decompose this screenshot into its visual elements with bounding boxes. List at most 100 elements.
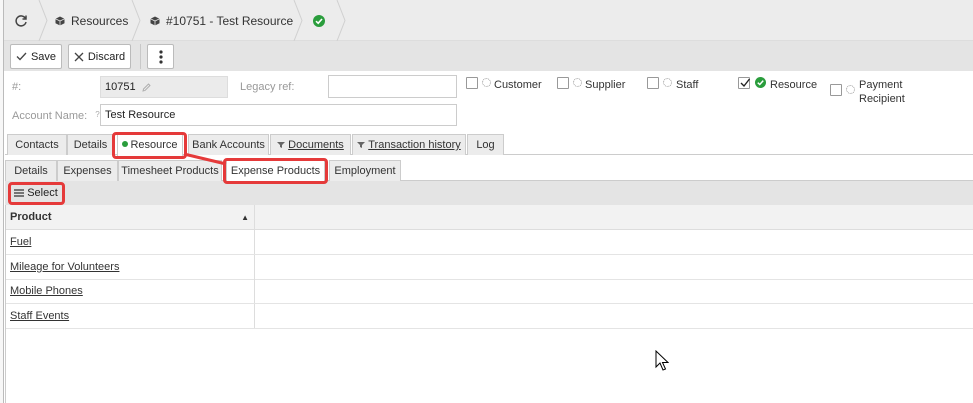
menu-icon	[14, 189, 25, 197]
checkmark-icon	[740, 78, 751, 88]
breadcrumb-separator	[336, 0, 346, 41]
supplier-label: Supplier	[585, 79, 626, 91]
toolbar-divider	[140, 44, 141, 69]
more-actions-button[interactable]	[147, 44, 174, 69]
product-link[interactable]: Fuel	[10, 236, 31, 248]
id-field: 10751	[100, 76, 228, 98]
account-name-input[interactable]	[100, 104, 457, 126]
active-dot-icon	[122, 140, 129, 147]
account-name-label-text: Account Name:	[12, 110, 88, 122]
subtab-expense-products[interactable]: Expense Products	[226, 159, 325, 182]
legacy-ref-input[interactable]	[328, 75, 457, 98]
breadcrumb-separator	[293, 0, 303, 41]
discard-label: Discard	[87, 50, 126, 63]
tab-contacts[interactable]: Contacts	[7, 134, 67, 155]
table-row[interactable]: Staff Events	[6, 304, 973, 329]
grid-header: Product ▲	[6, 205, 973, 230]
cube-icon	[55, 16, 65, 26]
close-icon	[74, 52, 84, 62]
customer-label: Customer	[494, 79, 542, 91]
customer-status-icon	[482, 78, 491, 87]
product-cell: Mileage for Volunteers	[6, 255, 255, 279]
column-header-product[interactable]: Product ▲	[6, 205, 255, 229]
tab-bank-accounts[interactable]: Bank Accounts	[188, 134, 269, 155]
sub-tabs: Details Expenses Timesheet Products Expe…	[5, 159, 973, 182]
column-header-product-label: Product	[10, 211, 52, 223]
breadcrumb-separator	[131, 0, 141, 41]
resource-label: Resource	[770, 79, 818, 91]
check-circle-icon	[313, 14, 325, 27]
tab-details[interactable]: Details	[67, 134, 114, 155]
cube-icon	[150, 16, 160, 26]
breadcrumb-record-label: #10751 - Test Resource	[166, 13, 294, 28]
breadcrumb-resources[interactable]: Resources	[55, 0, 128, 41]
supplier-checkbox[interactable]	[557, 77, 569, 89]
account-name-label: Account Name: ?	[12, 110, 100, 122]
table-row[interactable]: Mileage for Volunteers	[6, 255, 973, 280]
check-circle-icon	[755, 77, 766, 88]
status-indicator	[313, 0, 325, 41]
staff-checkbox[interactable]	[647, 77, 659, 89]
filter-icon	[277, 142, 286, 148]
discard-button[interactable]: Discard	[68, 44, 131, 69]
subtab-expenses-label: Expenses	[63, 165, 112, 177]
payment-recipient-label-line2: Recipient	[859, 93, 905, 105]
breadcrumb-separator	[38, 0, 48, 41]
subtab-employment-label: Employment	[334, 165, 396, 177]
breadcrumb-resources-label: Resources	[71, 13, 129, 28]
staff-label: Staff	[676, 79, 699, 91]
tab-documents-label: Documents	[288, 139, 344, 151]
tab-resource[interactable]: Resource	[117, 133, 183, 156]
save-button[interactable]: Save	[10, 44, 62, 69]
subtab-employment[interactable]: Employment	[329, 160, 401, 181]
payment-recipient-label-line1: Payment	[859, 79, 903, 91]
breadcrumb-record[interactable]: #10751 - Test Resource	[150, 0, 293, 41]
payment-recipient-checkbox[interactable]	[830, 84, 842, 96]
subtab-details-label: Details	[14, 165, 48, 177]
select-label: Select	[27, 187, 58, 199]
subtab-expenses[interactable]: Expenses	[57, 160, 118, 181]
main-tabs: Contacts Details Resource Bank Accounts …	[5, 133, 973, 156]
tab-transaction-history[interactable]: Transaction history	[352, 134, 466, 155]
window-edge	[0, 0, 4, 403]
table-row[interactable]: Fuel	[6, 230, 973, 255]
id-value: 10751	[105, 81, 136, 93]
product-link[interactable]: Staff Events	[10, 310, 69, 322]
id-label: #:	[12, 81, 22, 93]
tab-resource-label: Resource	[130, 139, 178, 151]
subtab-timesheet-products[interactable]: Timesheet Products	[118, 160, 222, 181]
subtab-details[interactable]: Details	[5, 160, 57, 181]
breadcrumb: Resources #10751 - Test Resource	[0, 0, 973, 41]
staff-status-icon	[663, 78, 672, 87]
tab-documents[interactable]: Documents	[270, 134, 351, 155]
save-label: Save	[30, 50, 57, 63]
select-button[interactable]: Select	[9, 183, 63, 203]
products-grid: Product ▲ Fuel Mileage for Volunteers Mo…	[5, 205, 973, 403]
product-link[interactable]: Mobile Phones	[10, 285, 83, 297]
pencil-icon[interactable]	[141, 82, 151, 92]
resource-checkbox[interactable]	[738, 77, 751, 89]
grid-toolbar: Select	[5, 181, 973, 205]
subtab-expense-products-label: Expense Products	[230, 165, 321, 177]
tab-details-label: Details	[73, 139, 108, 151]
tab-log-label: Log	[476, 139, 495, 151]
subtab-timesheet-products-label: Timesheet Products	[121, 165, 219, 177]
tab-log[interactable]: Log	[467, 134, 504, 155]
product-cell: Mobile Phones	[6, 279, 255, 303]
product-cell: Staff Events	[6, 304, 255, 328]
payment-recipient-status-icon	[846, 85, 855, 94]
supplier-status-icon	[573, 78, 582, 87]
refresh-icon	[14, 14, 28, 28]
customer-checkbox[interactable]	[466, 77, 478, 89]
checkmark-icon	[16, 52, 27, 61]
sort-asc-icon: ▲	[241, 212, 249, 222]
refresh-button[interactable]	[14, 0, 34, 41]
product-link[interactable]: Mileage for Volunteers	[10, 261, 119, 273]
product-cell: Fuel	[6, 230, 255, 254]
mouse-cursor-icon	[655, 350, 669, 371]
tab-contacts-label: Contacts	[15, 139, 59, 151]
vertical-dots-icon	[158, 49, 163, 64]
table-row[interactable]: Mobile Phones	[6, 279, 973, 304]
legacy-ref-label: Legacy ref:	[240, 81, 295, 93]
tab-transaction-history-label: Transaction history	[368, 139, 461, 151]
